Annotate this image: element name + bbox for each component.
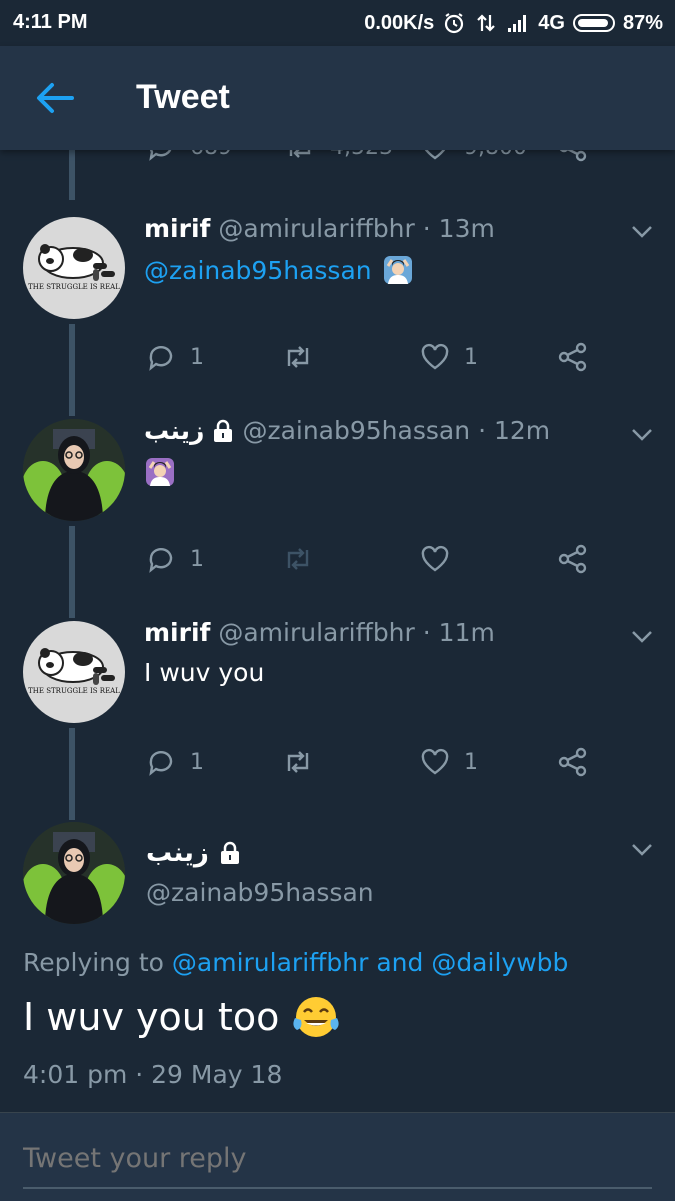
like-action[interactable] [420, 544, 450, 574]
alarm-icon [445, 13, 464, 34]
data-transfer-icon [477, 14, 496, 32]
lock-icon [214, 419, 233, 442]
avatar[interactable] [23, 621, 125, 723]
chevron-down-icon[interactable] [631, 428, 653, 442]
page-title: Tweet [136, 78, 230, 116]
net-speed: 0.00K/s [364, 11, 435, 34]
reply-count: 1 [190, 749, 204, 775]
app-header: Tweet [0, 46, 675, 150]
retweet-icon [287, 548, 309, 570]
tweet-body: I wuv you too [23, 995, 280, 1039]
tears-of-joy-emoji-icon [293, 997, 339, 1037]
back-arrow-icon[interactable] [30, 76, 80, 120]
avatar-caption: THE STRUGGLE IS REAL [28, 687, 120, 695]
handle[interactable]: @zainab95hassan [242, 416, 470, 445]
share-icon[interactable] [557, 747, 589, 777]
replying-prefix: Replying to [23, 948, 164, 977]
signal-icon [508, 15, 527, 32]
reply-action[interactable]: 1 [146, 747, 204, 777]
mention-link[interactable]: @zainab95hassan [144, 256, 372, 285]
heart-icon [421, 545, 449, 572]
reply-underline [23, 1187, 652, 1189]
status-bar: 4:11 PM 0.00K/s 4G 87% [0, 0, 675, 46]
handle[interactable]: @amirulariffbhr [218, 214, 414, 243]
thread-line [69, 324, 75, 416]
display-name[interactable]: mirif [144, 618, 210, 647]
panda-icon [38, 648, 115, 685]
tweet-time: · 12m [478, 416, 551, 445]
profile-photo-icon [23, 822, 125, 924]
main-handle[interactable]: @zainab95hassan [146, 878, 374, 907]
profile-photo-icon [23, 419, 125, 521]
tweet-time: · 13m [422, 214, 495, 243]
reply-icon [149, 548, 173, 573]
share-icon[interactable] [557, 544, 589, 574]
thread-line [69, 526, 75, 618]
retweet-action-disabled [282, 544, 314, 574]
share-icon[interactable] [557, 342, 589, 372]
like-action[interactable]: 1 [420, 342, 478, 372]
person-gesturing-emoji-icon [146, 458, 174, 486]
tweet-header: زينب @zainab95hassan · 12m [144, 416, 550, 445]
like-count: 1 [464, 344, 478, 370]
display-name[interactable]: mirif [144, 214, 210, 243]
replying-and: and [376, 948, 424, 977]
chevron-down-icon[interactable] [631, 630, 653, 644]
tweet-header: mirif @amirulariffbhr · 11m [144, 618, 495, 647]
like-count: 1 [464, 749, 478, 775]
main-tweet-text: I wuv you too [23, 994, 341, 1040]
reply-icon [149, 751, 173, 776]
replying-user-link[interactable]: @amirulariffbhr [172, 948, 368, 977]
tweet-text [144, 456, 176, 488]
reply-count: 1 [190, 546, 204, 572]
retweet-action[interactable] [282, 342, 314, 372]
main-display-name[interactable]: زينب [146, 838, 241, 868]
chevron-down-icon[interactable] [631, 843, 653, 857]
tweet-text: @zainab95hassan [144, 254, 414, 286]
panda-icon [38, 244, 115, 281]
reply-input[interactable] [23, 1143, 643, 1174]
lock-icon [220, 841, 239, 864]
reply-count: 1 [190, 344, 204, 370]
replying-to: Replying to @amirulariffbhr and @dailywb… [23, 948, 568, 977]
retweet-action[interactable] [282, 747, 314, 777]
heart-icon [421, 748, 449, 775]
chevron-down-icon[interactable] [631, 225, 653, 239]
avatar-caption: THE STRUGGLE IS REAL [28, 283, 120, 291]
tweet-header: mirif @amirulariffbhr · 13m [144, 214, 495, 243]
tweet-text: I wuv you [144, 658, 265, 687]
battery-icon [572, 14, 615, 32]
heart-icon [421, 343, 449, 370]
replying-user-link[interactable]: @dailywbb [431, 948, 568, 977]
retweet-icon [287, 751, 309, 773]
avatar[interactable] [23, 217, 125, 319]
handle[interactable]: @amirulariffbhr [218, 618, 414, 647]
reply-action[interactable]: 1 [146, 544, 204, 574]
battery-percent: 87% [622, 11, 663, 34]
reply-icon [149, 346, 173, 371]
tweet-time: · 11m [422, 618, 495, 647]
tweet-timestamp: 4:01 pm · 29 May 18 [23, 1060, 283, 1089]
like-action[interactable]: 1 [420, 747, 478, 777]
status-right: 0.00K/s 4G 87% [364, 11, 663, 35]
person-gesturing-emoji-icon [383, 256, 412, 284]
thread-line [69, 728, 75, 820]
avatar[interactable] [23, 822, 125, 924]
display-name: زينب [146, 838, 209, 868]
retweet-icon [287, 346, 309, 368]
avatar[interactable] [23, 419, 125, 521]
network-type: 4G [538, 11, 565, 34]
display-name[interactable]: زينب [144, 416, 204, 445]
status-time: 4:11 PM [13, 11, 88, 33]
reply-action[interactable]: 1 [146, 342, 204, 372]
